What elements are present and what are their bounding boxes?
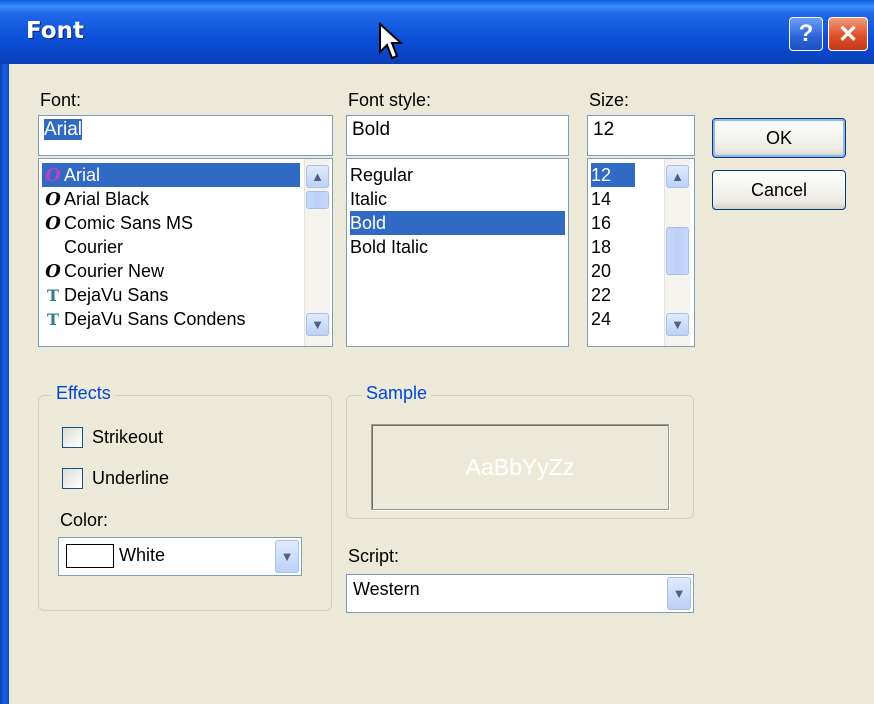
font-list-item[interactable]: O Arial [42,163,300,187]
font-list-item-label: Courier [64,237,124,257]
help-icon: ? [798,20,814,47]
scroll-down-icon[interactable]: ▼ [666,313,689,336]
size-list-item[interactable]: 14 [591,187,635,211]
font-list-item-label: Arial [64,165,101,185]
font-list-item[interactable]: Courier [42,235,300,259]
strikeout-label: Strikeout [92,427,164,447]
size-label: Size: [589,90,630,110]
font-list-item-label: Arial Black [64,189,150,209]
close-icon: ✕ [837,20,859,48]
font-list-item-label: Comic Sans MS [64,213,194,233]
size-list-item[interactable]: 20 [591,259,635,283]
font-style-list-item[interactable]: Italic [350,187,565,211]
script-select-value: Western [353,579,420,599]
font-style-input[interactable]: Bold [346,115,569,156]
font-style-list-item[interactable]: Regular [350,163,565,187]
font-list-item-label: Courier New [64,261,165,281]
ok-button-label: OK [765,127,792,148]
color-label: Color: [60,510,109,530]
opentype-font-icon: O [45,261,61,282]
cancel-button-label: Cancel [750,179,808,200]
size-list-item[interactable]: 12 [591,163,635,187]
font-list-item[interactable]: T DejaVu Sans [42,283,300,307]
chevron-down-icon[interactable]: ▼ [667,577,691,610]
size-list-item[interactable]: 16 [591,211,635,235]
opentype-font-icon: O [45,165,61,186]
title-bar[interactable]: Font ? ✕ [0,0,874,64]
font-list-item[interactable]: O Arial Black [42,187,300,211]
opentype-font-icon: O [45,189,61,210]
strikeout-checkbox[interactable] [62,427,83,448]
font-style-input-value: Bold [352,119,391,140]
font-input-value: Arial [44,119,83,140]
scroll-thumb[interactable] [306,191,329,209]
font-list-item-label: DejaVu Sans [64,285,169,305]
chevron-down-icon[interactable]: ▼ [275,540,299,573]
size-list-item[interactable]: 24 [591,307,635,331]
font-input[interactable]: Arial [38,115,333,156]
mouse-cursor-icon [379,22,404,60]
color-swatch [66,544,114,568]
underline-checkbox[interactable] [62,468,83,489]
size-list[interactable]: 12 14 16 18 20 22 24 ▲ ▼ [587,158,695,347]
font-style-list-item[interactable]: Bold [350,211,565,235]
underline-label: Underline [92,468,170,488]
scroll-thumb[interactable] [666,227,689,275]
color-select[interactable]: White ▼ [58,537,302,576]
opentype-font-icon: O [45,213,61,234]
font-list-item[interactable]: T DejaVu Sans Condens [42,307,300,331]
effects-legend: Effects [52,383,115,404]
size-list-item[interactable]: 22 [591,283,635,307]
truetype-font-icon: T [47,286,59,305]
font-label: Font: [40,90,82,110]
font-list[interactable]: O Arial O Arial Black O Comic Sans MS Courier O… [38,158,333,347]
scroll-up-icon[interactable]: ▲ [306,165,329,188]
close-button[interactable]: ✕ [828,17,868,51]
size-list-item[interactable]: 18 [591,235,635,259]
sample-legend: Sample [362,383,432,404]
sample-preview: AaBbYyZz [371,424,669,510]
size-list-scrollbar[interactable]: ▲ ▼ [664,159,690,346]
cancel-button[interactable]: Cancel [712,170,846,210]
font-style-list-item[interactable]: Bold Italic [350,235,565,259]
font-style-label: Font style: [348,90,432,110]
size-input-value: 12 [593,119,615,140]
font-list-scrollbar[interactable]: ▲ ▼ [304,159,330,346]
font-dialog: Font ? ✕ Font: Arial O Arial O Arial Black O… [0,0,874,704]
scroll-up-icon[interactable]: ▲ [666,165,689,188]
help-button[interactable]: ? [789,17,823,51]
sample-text: AaBbYyZz [465,453,575,480]
font-list-item-label: DejaVu Sans Condens [64,309,246,329]
script-label: Script: [348,546,400,566]
script-select[interactable]: Western ▼ [346,574,694,613]
truetype-font-icon: T [47,310,59,329]
font-list-item[interactable]: O Courier New [42,259,300,283]
color-select-value: White [119,545,166,565]
size-input[interactable]: 12 [587,115,695,156]
dialog-title: Font [26,18,84,44]
font-list-item[interactable]: O Comic Sans MS [42,211,300,235]
ok-button[interactable]: OK [712,118,846,158]
font-style-list[interactable]: Regular Italic Bold Bold Italic [346,158,569,347]
scroll-down-icon[interactable]: ▼ [306,313,329,336]
window-frame-left [0,64,9,704]
